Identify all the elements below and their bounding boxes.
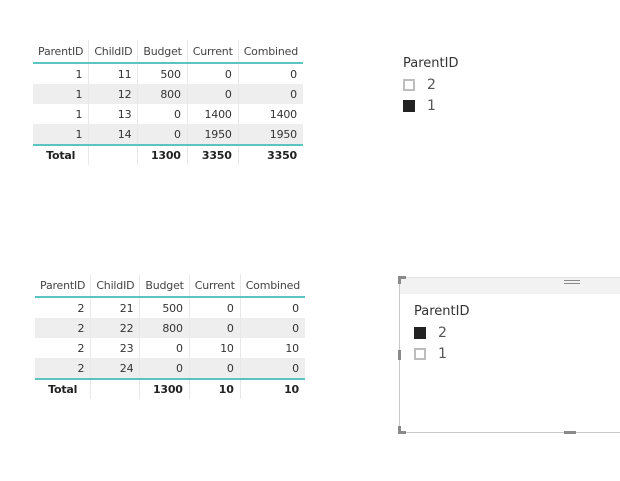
slicer-item-1[interactable]: 1 <box>403 95 458 116</box>
column-header-combined[interactable]: Combined <box>237 40 303 64</box>
total-current: 10 <box>188 378 241 399</box>
slicer-item-label: 1 <box>438 345 447 362</box>
resize-handle-bottom-left[interactable] <box>398 426 406 434</box>
cell-current: 0 <box>186 63 239 84</box>
checkbox-unchecked-icon[interactable] <box>414 347 426 360</box>
table-row: 1 11 500 0 0 <box>33 63 303 84</box>
table-row: 2 23 0 10 10 <box>35 338 305 358</box>
cell-budget: 500 <box>139 297 190 318</box>
report-canvas: ParentID ChildID Budget Current Combined… <box>0 0 620 481</box>
cell-current: 10 <box>188 338 241 358</box>
table-visual-parent-2[interactable]: ParentID ChildID Budget Current Combined… <box>35 274 305 399</box>
column-header-childid[interactable]: ChildID <box>90 274 140 298</box>
cell-parentid: 2 <box>35 358 91 379</box>
cell-budget: 0 <box>139 338 190 358</box>
cell-current: 1400 <box>186 104 239 124</box>
checkbox-unchecked-icon[interactable] <box>403 78 415 91</box>
cell-combined: 0 <box>237 84 303 104</box>
slicer-item-label: 2 <box>438 324 447 341</box>
total-combined: 10 <box>239 378 305 399</box>
cell-childid: 13 <box>88 104 138 124</box>
table-row: 2 24 0 0 0 <box>35 358 305 379</box>
cell-combined: 0 <box>239 358 305 379</box>
cell-current: 0 <box>188 318 241 338</box>
cell-parentid: 1 <box>75 107 83 121</box>
column-header-combined[interactable]: Combined <box>239 274 305 298</box>
cell-parentid: 1 <box>75 67 83 81</box>
cell-budget: 0 <box>137 124 188 145</box>
cell-budget: 800 <box>139 318 190 338</box>
slicer-parentid-2[interactable]: ParentID 2 1 <box>414 302 469 364</box>
cell-current: 1950 <box>186 124 239 145</box>
drag-grip-icon[interactable] <box>564 280 580 288</box>
cell-parentid: 2 <box>77 301 85 315</box>
slicer-title: ParentID <box>403 56 459 71</box>
cell-childid: 24 <box>90 358 140 379</box>
cell-budget: 500 <box>137 63 188 84</box>
table-visual-parent-1[interactable]: ParentID ChildID Budget Current Combined… <box>33 40 303 165</box>
total-budget: 1300 <box>137 144 188 165</box>
cell-current: 0 <box>186 84 239 104</box>
column-header-budget[interactable]: Budget <box>139 274 190 298</box>
column-header-budget[interactable]: Budget <box>137 40 188 64</box>
cell-combined: 1400 <box>237 104 303 124</box>
cell-current: 0 <box>188 358 241 379</box>
slicer-item-2[interactable]: 2 <box>414 322 469 343</box>
cell-childid: 12 <box>88 84 138 104</box>
cell-parentid: 2 <box>77 341 85 355</box>
column-header-parentid[interactable]: ParentID <box>33 40 89 64</box>
slicer-item-1[interactable]: 1 <box>414 343 469 364</box>
table-row: 1 13 0 1400 1400 <box>33 104 303 124</box>
cell-childid: 14 <box>88 124 138 145</box>
resize-handle-bottom[interactable] <box>564 431 576 434</box>
total-childid <box>88 144 138 165</box>
table-row: 2 21 500 0 0 <box>35 297 305 318</box>
resize-handle-top-left[interactable] <box>398 276 406 284</box>
table-row: 2 22 800 0 0 <box>35 318 305 338</box>
cell-current: 0 <box>188 297 241 318</box>
resize-handle-left[interactable] <box>398 350 401 360</box>
table-row: 1 14 0 1950 1950 <box>33 124 303 145</box>
cell-budget: 0 <box>137 104 188 124</box>
slicer-parentid-1[interactable]: ParentID 2 1 <box>403 54 458 116</box>
total-budget: 1300 <box>139 378 190 399</box>
cell-budget: 0 <box>139 358 190 379</box>
slicer-item-label: 1 <box>427 97 436 114</box>
cell-parentid: 2 <box>35 318 91 338</box>
checkbox-checked-icon[interactable] <box>403 99 415 112</box>
column-header-current[interactable]: Current <box>186 40 239 64</box>
cell-combined: 0 <box>239 318 305 338</box>
total-label: Total <box>33 144 89 165</box>
cell-childid: 21 <box>90 297 140 318</box>
slicer-title: ParentID <box>414 304 470 319</box>
total-row: Total 1300 3350 3350 <box>33 144 303 165</box>
table-header-row: ParentID ChildID Budget Current Combined <box>35 274 305 298</box>
total-current: 3350 <box>186 144 239 165</box>
table-header-row: ParentID ChildID Budget Current Combined <box>33 40 303 64</box>
total-label: Total <box>35 378 91 399</box>
cell-budget: 800 <box>137 84 188 104</box>
cell-combined: 0 <box>237 63 303 84</box>
checkbox-checked-icon[interactable] <box>414 326 426 339</box>
table-row: 1 12 800 0 0 <box>33 84 303 104</box>
cell-combined: 0 <box>239 297 305 318</box>
cell-childid: 11 <box>88 63 138 84</box>
total-row: Total 1300 10 10 <box>35 378 305 399</box>
cell-parentid: 1 <box>33 124 89 145</box>
cell-parentid: 1 <box>33 84 89 104</box>
slicer-item-label: 2 <box>427 76 436 93</box>
cell-combined: 10 <box>239 338 305 358</box>
cell-combined: 1950 <box>237 124 303 145</box>
total-childid <box>90 378 140 399</box>
cell-childid: 23 <box>90 338 140 358</box>
column-header-parentid[interactable]: ParentID <box>35 274 91 298</box>
visual-header-bar[interactable] <box>400 278 620 294</box>
column-header-current[interactable]: Current <box>188 274 241 298</box>
total-combined: 3350 <box>237 144 303 165</box>
slicer-item-2[interactable]: 2 <box>403 74 458 95</box>
column-header-childid[interactable]: ChildID <box>88 40 138 64</box>
cell-childid: 22 <box>90 318 140 338</box>
